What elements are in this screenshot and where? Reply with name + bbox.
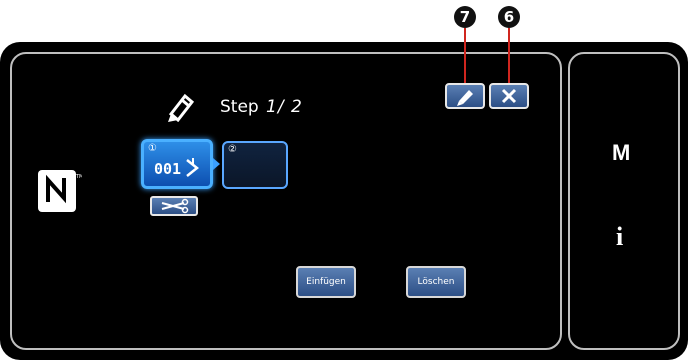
pencil-icon (168, 93, 195, 122)
pencil-icon (457, 90, 473, 106)
info-button[interactable]: i (616, 222, 623, 252)
delete-button[interactable]: Löschen (406, 266, 466, 298)
nfc-icon: TM (38, 170, 82, 212)
step-code: 001 (154, 160, 182, 178)
edit-button[interactable] (445, 83, 485, 109)
thread-trimmer-button[interactable] (150, 196, 198, 216)
callout-6: 6 (498, 6, 520, 28)
svg-text:TM: TM (75, 174, 82, 180)
step-tile-1[interactable]: ① 001 (141, 139, 213, 189)
step-label: Step (220, 97, 259, 117)
step-counter: 1/ 2 (266, 97, 303, 117)
step-number: ② (228, 144, 237, 155)
scissors-icon (161, 198, 189, 214)
callout-6-line (508, 28, 510, 84)
mode-button[interactable]: M (612, 140, 630, 166)
step-tile-2[interactable]: ② (222, 141, 288, 189)
step-arrow-icon (186, 158, 200, 177)
insert-button[interactable]: Einfügen (296, 266, 356, 298)
side-panel (568, 52, 680, 350)
close-icon (501, 88, 517, 104)
callout-7: 7 (454, 6, 476, 28)
active-step-pointer (213, 158, 220, 170)
close-button[interactable] (489, 83, 529, 109)
step-number: ① (148, 143, 157, 154)
callout-7-line (464, 28, 466, 84)
